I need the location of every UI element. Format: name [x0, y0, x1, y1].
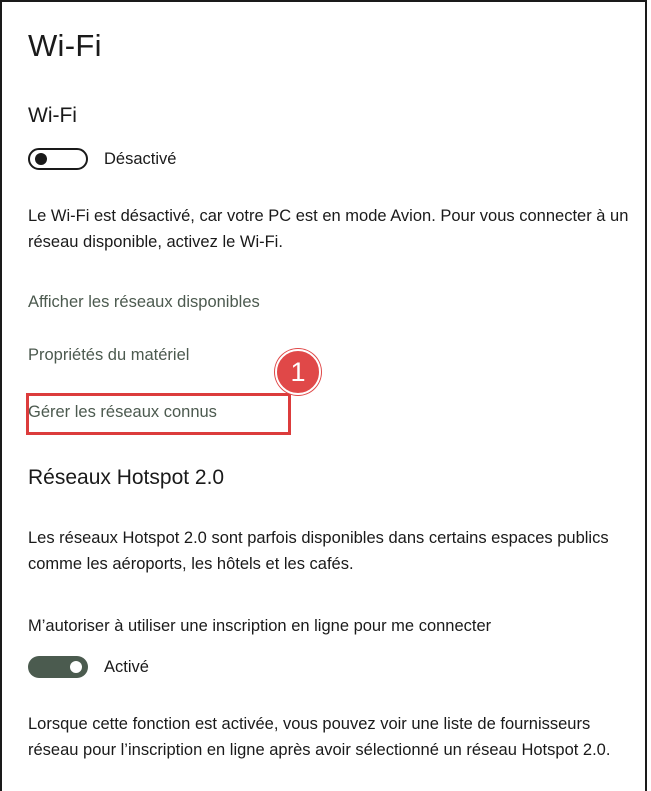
- show-networks-link[interactable]: Afficher les réseaux disponibles: [28, 293, 260, 312]
- online-signup-setting-label: M’autoriser à utiliser une inscription e…: [28, 617, 492, 635]
- hotspot-description: Les réseaux Hotspot 2.0 sont parfois dis…: [28, 529, 609, 573]
- online-signup-toggle-state: Activé: [104, 657, 149, 676]
- wifi-description: Le Wi-Fi est désactivé, car votre PC est…: [28, 207, 629, 251]
- online-signup-toggle-row[interactable]: Activé: [28, 656, 149, 678]
- hotspot-section-title: Réseaux Hotspot 2.0: [28, 466, 225, 489]
- annotation-highlight-box: [26, 393, 291, 435]
- wifi-toggle-row[interactable]: Désactivé: [28, 148, 176, 170]
- page-title: Wi-Fi: [28, 28, 102, 63]
- wifi-section-title: Wi-Fi: [28, 104, 77, 127]
- hotspot-footer-text: Lorsque cette fonction est activée, vous…: [28, 715, 611, 759]
- wifi-toggle-state: Désactivé: [104, 149, 177, 168]
- annotation-step-badge: 1: [275, 349, 321, 395]
- hardware-properties-link[interactable]: Propriétés du matériel: [28, 346, 189, 365]
- online-signup-toggle-switch[interactable]: [28, 656, 88, 678]
- wifi-toggle-switch[interactable]: [28, 148, 88, 170]
- toggle-knob: [70, 661, 82, 673]
- toggle-knob: [35, 153, 47, 165]
